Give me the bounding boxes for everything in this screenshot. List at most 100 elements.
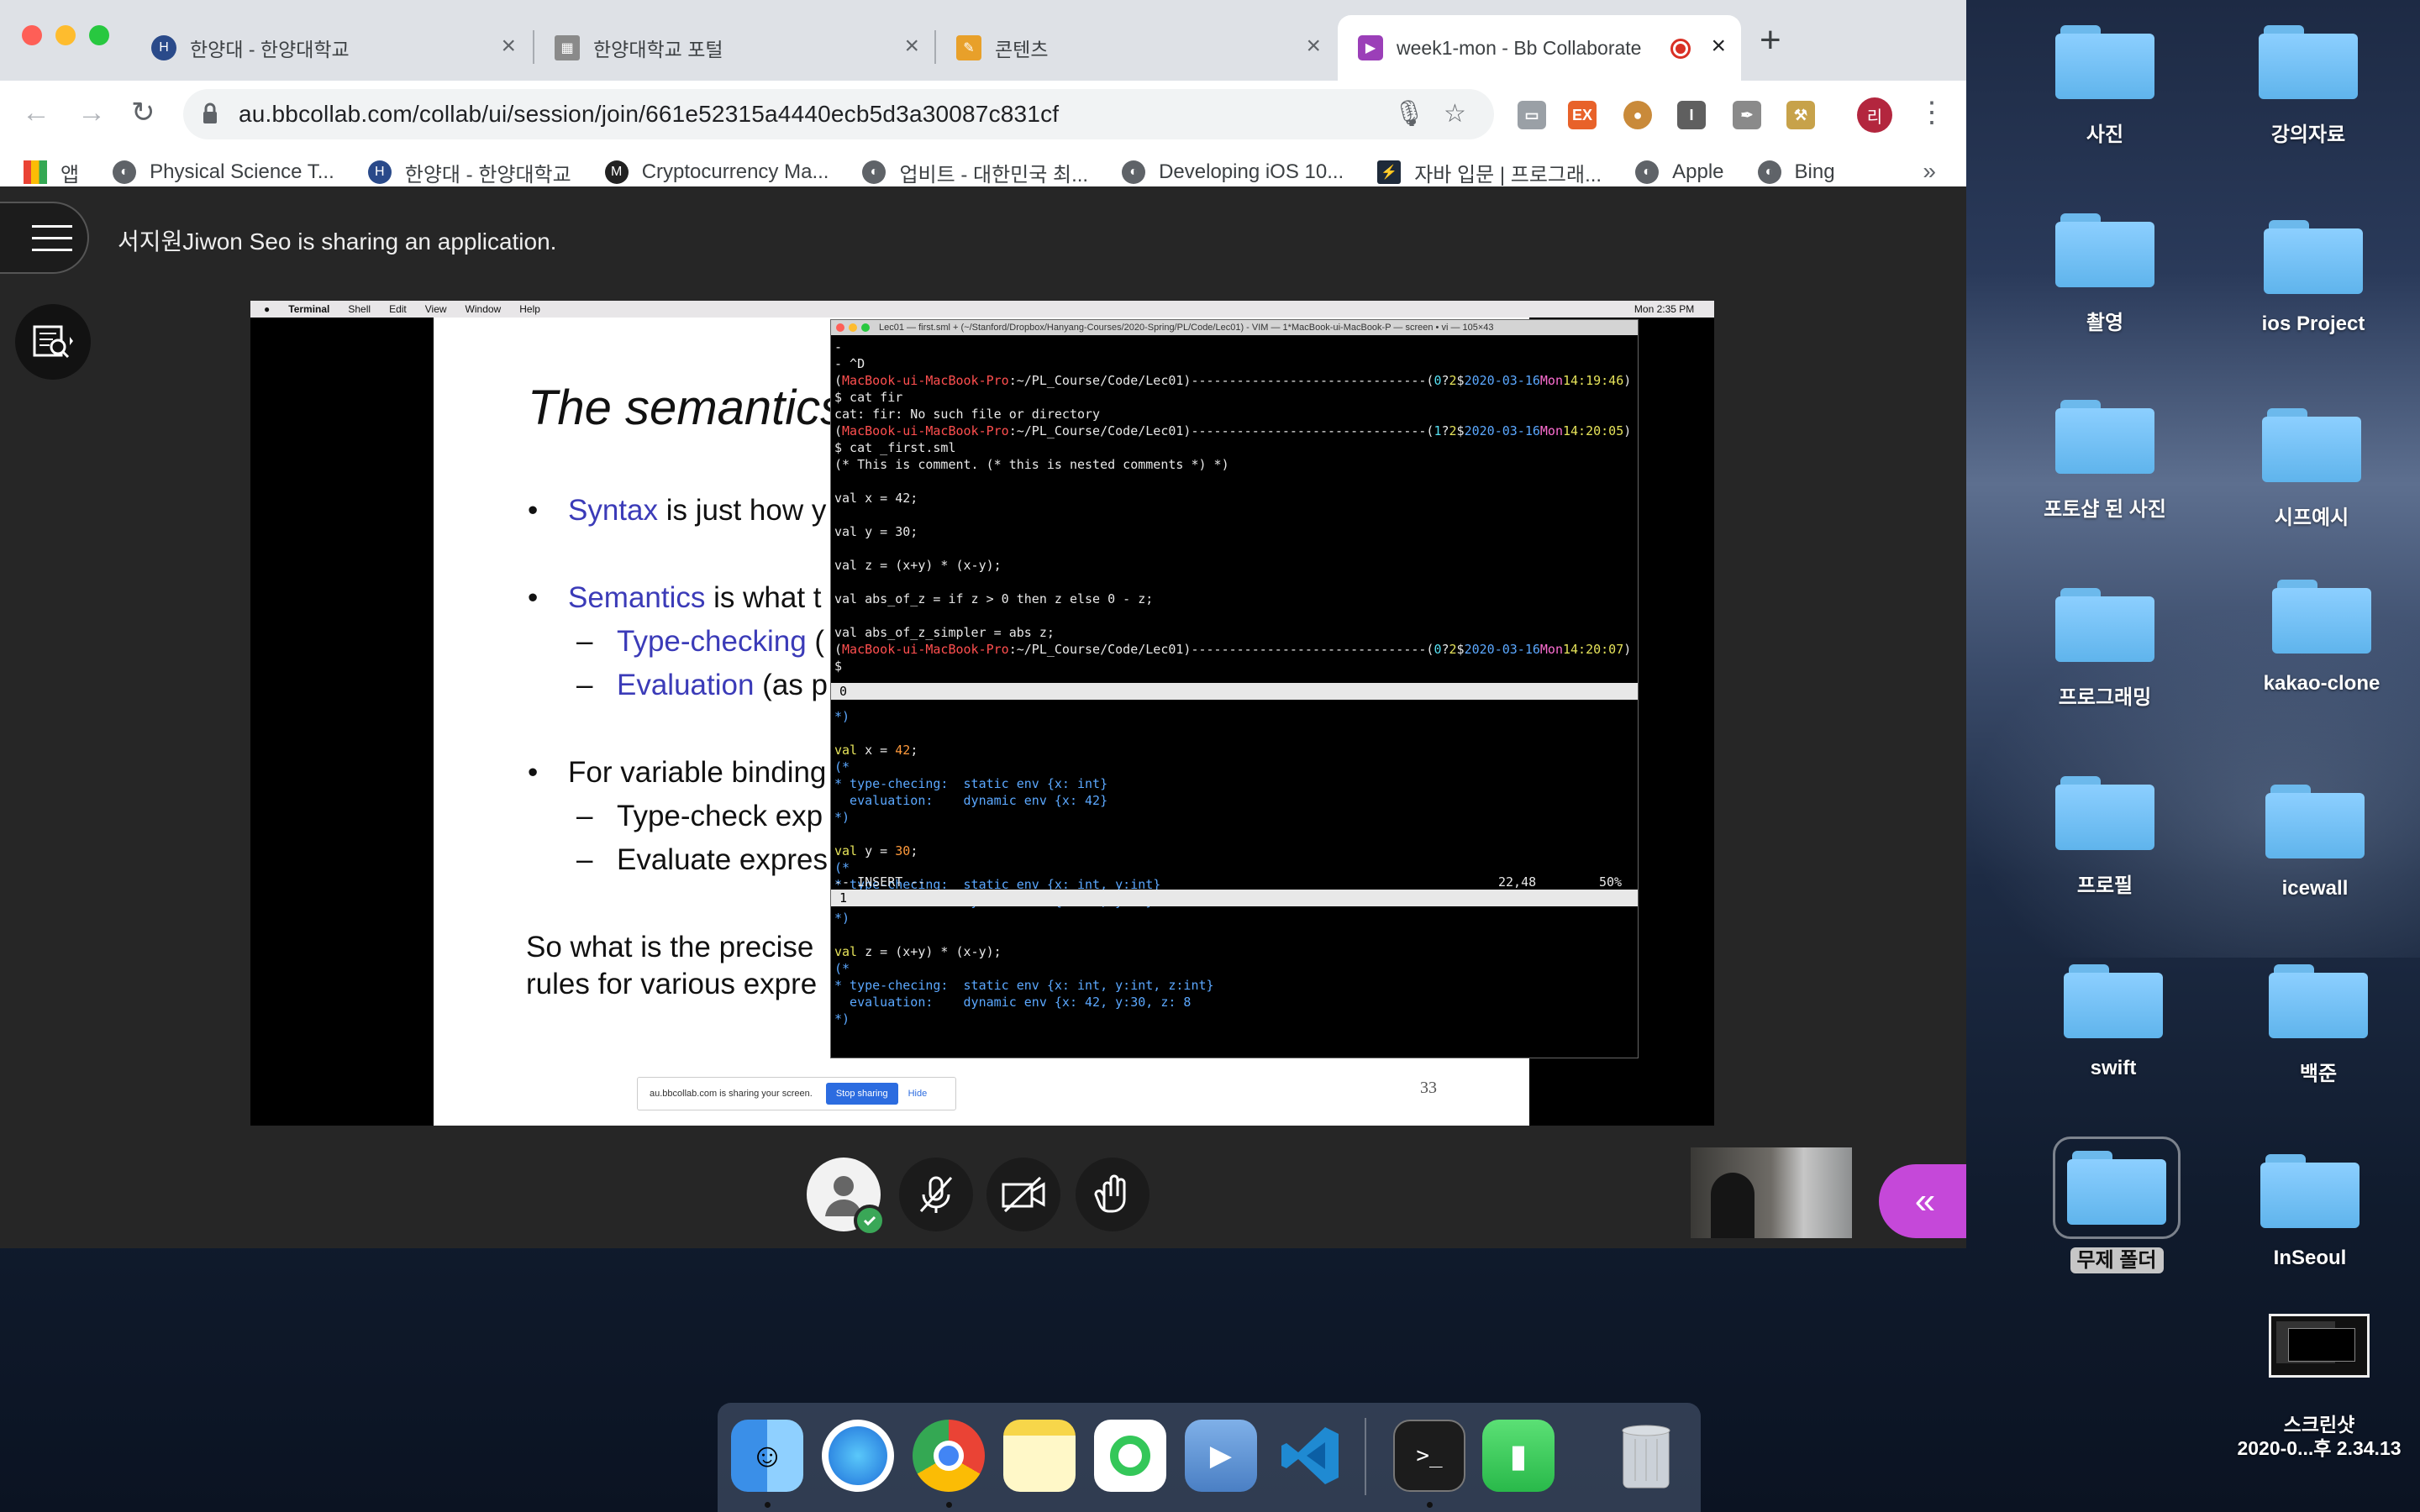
info-extension-icon[interactable]: I — [1677, 101, 1706, 129]
microphone-toggle-button[interactable] — [899, 1158, 973, 1231]
chrome-icon[interactable] — [913, 1420, 985, 1492]
eyedropper-extension-icon[interactable]: ✒ — [1733, 101, 1761, 129]
more-bookmarks-icon[interactable]: » — [1923, 158, 1936, 185]
dock-separator — [1365, 1418, 1366, 1495]
vscode-icon[interactable] — [1276, 1420, 1348, 1492]
microphone-icon[interactable]: 🎙 — [1393, 99, 1425, 129]
hand-icon — [1094, 1174, 1126, 1213]
tab-label: week1-mon - Bb Collaborate — [1397, 36, 1642, 59]
menu-shell: Shell — [348, 303, 371, 315]
tab-hanyang-portal[interactable]: ▦ 한양대학교 포털 × — [534, 15, 934, 81]
hanyang-icon: H — [367, 160, 392, 184]
screenshot-thumbnail-icon[interactable] — [2269, 1314, 2370, 1378]
desktop-folder[interactable]: ios Project — [2217, 220, 2410, 336]
slide-text: ( — [806, 625, 825, 658]
bookmark-java[interactable]: ⚡ 자바 입문 | 프로그래... — [1377, 158, 1602, 187]
folder-icon — [2265, 785, 2365, 858]
facetime-record-icon[interactable] — [1094, 1420, 1166, 1492]
captions-button[interactable] — [15, 304, 91, 380]
folder-icon — [2064, 964, 2163, 1038]
bookmark-upbit[interactable]: ◐ 업비트 - 대한민국 최... — [862, 158, 1088, 187]
forward-arrow-icon[interactable]: → — [77, 96, 106, 129]
apple-icon: ● — [264, 303, 271, 315]
desktop-folder[interactable]: kakao-clone — [2225, 580, 2418, 696]
bookmark-label: Apple — [1672, 160, 1724, 183]
tab-hanyang[interactable]: H 한양대 - 한양대학교 × — [131, 15, 531, 81]
preview-icon[interactable]: ▶ — [1185, 1420, 1257, 1492]
vim-highlight-line: 0 — [831, 683, 1638, 700]
desktop-folder[interactable]: 촬영 — [2008, 213, 2202, 335]
browser-window: H 한양대 - 한양대학교 × ▦ 한양대학교 포털 × ✎ 콘텐츠 × ▶ w… — [0, 0, 1966, 1248]
profile-avatar[interactable]: 리 — [1857, 97, 1892, 133]
desktop-folder[interactable]: 백준 — [2222, 964, 2415, 1086]
terminal-icon[interactable]: >_ — [1393, 1420, 1465, 1492]
bookmark-apps[interactable]: 앱 — [24, 158, 79, 187]
folder-icon — [2055, 776, 2154, 850]
collaborate-panel-toggle[interactable]: « — [1879, 1164, 1966, 1238]
raise-hand-button[interactable] — [1076, 1158, 1150, 1231]
tab-contents[interactable]: ✎ 콘텐츠 × — [936, 15, 1336, 81]
desktop-folder[interactable]: InSeoul — [2213, 1154, 2407, 1270]
maximize-window-button[interactable] — [89, 25, 109, 45]
menu-kebab-icon[interactable]: ⋮ — [1918, 96, 1946, 129]
bookmark-apple[interactable]: ◐ Apple — [1635, 160, 1724, 184]
tab-label: 콘텐츠 — [995, 39, 1049, 60]
bookmark-star-icon[interactable]: ☆ — [1444, 99, 1466, 129]
desktop-folder[interactable]: icewall — [2218, 785, 2412, 900]
bookmark-cryptocurrency[interactable]: M Cryptocurrency Ma... — [604, 160, 829, 184]
tab-bb-collaborate[interactable]: ▶ week1-mon - Bb Collaborate × — [1338, 15, 1741, 81]
minimize-window-button[interactable] — [55, 25, 76, 45]
back-arrow-icon[interactable]: ← — [22, 96, 50, 129]
reload-icon[interactable]: ↻ — [131, 96, 155, 129]
bookmark-bing[interactable]: ◐ Bing — [1757, 160, 1835, 184]
desktop-folder[interactable]: swift — [2017, 964, 2210, 1080]
facetime-icon[interactable]: ▮ — [1482, 1420, 1555, 1492]
tab-close-icon[interactable]: × — [1711, 34, 1726, 59]
bookmark-label: 업비트 - 대한민국 최... — [899, 163, 1089, 186]
tab-close-icon[interactable]: × — [1306, 34, 1321, 59]
bookmark-hanyang[interactable]: H 한양대 - 한양대학교 — [367, 158, 571, 187]
vim-statusline: -- INSERT -- 22,48 50% — [834, 874, 1633, 890]
bullet: – — [576, 843, 593, 876]
trash-icon[interactable] — [1610, 1420, 1682, 1492]
desktop-folder[interactable]: 포토샵 된 사진 — [2008, 400, 2202, 522]
slide-text: For variable binding — [568, 756, 827, 789]
address-bar[interactable]: au.bbcollab.com/collab/ui/session/join/6… — [183, 89, 1494, 139]
desktop-folder-selected[interactable]: 무제 폴더 — [2020, 1137, 2213, 1273]
bookmark-label: 앱 — [60, 163, 80, 186]
tab-label: 한양대학교 포털 — [593, 39, 723, 60]
safari-icon[interactable] — [822, 1420, 894, 1492]
bookmark-label: Bing — [1794, 160, 1835, 183]
tab-close-icon[interactable]: × — [501, 34, 516, 59]
hammer-extension-icon[interactable]: ⚒ — [1786, 101, 1815, 129]
new-tab-button[interactable]: + — [1760, 22, 1781, 59]
cast-extension-icon[interactable]: ▭ — [1518, 101, 1546, 129]
folder-icon — [2272, 580, 2371, 654]
folder-label: 무제 폴더 — [2020, 1243, 2213, 1273]
folder-icon — [2264, 220, 2363, 294]
folder-icon — [2262, 408, 2361, 482]
lock-icon — [203, 102, 217, 123]
bookmark-physical-science[interactable]: ◐ Physical Science T... — [113, 160, 334, 184]
bookmark-label: 자바 입문 | 프로그래... — [1414, 163, 1602, 186]
close-window-button[interactable] — [22, 25, 42, 45]
folder-icon — [2259, 25, 2358, 99]
ex-extension-icon[interactable]: EX — [1568, 101, 1597, 129]
bookmark-developing-ios[interactable]: ◐ Developing iOS 10... — [1122, 160, 1344, 184]
desktop-folder[interactable]: 프로필 — [2008, 776, 2202, 898]
desktop-folder[interactable]: 프로그래밍 — [2008, 588, 2202, 710]
desktop-folder[interactable]: 강의자료 — [2212, 25, 2405, 147]
menu-help: Help — [519, 303, 540, 315]
desktop-folder[interactable]: 사진 — [2008, 25, 2202, 147]
notes-icon[interactable] — [1003, 1420, 1076, 1492]
tab-close-icon[interactable]: × — [904, 34, 919, 59]
bullet: • — [528, 581, 539, 614]
my-status-button[interactable] — [807, 1158, 886, 1236]
session-menu-button[interactable] — [0, 202, 89, 274]
desktop-folder[interactable]: 시프예시 — [2215, 408, 2408, 530]
camera-toggle-button[interactable] — [986, 1158, 1060, 1231]
dock: ☺ ▶ >_ ▮ — [718, 1403, 1701, 1512]
folder-label: 포토샵 된 사진 — [2044, 498, 2166, 521]
finder-icon[interactable]: ☺ — [731, 1420, 803, 1492]
cookie-extension-icon[interactable]: ● — [1623, 101, 1652, 129]
